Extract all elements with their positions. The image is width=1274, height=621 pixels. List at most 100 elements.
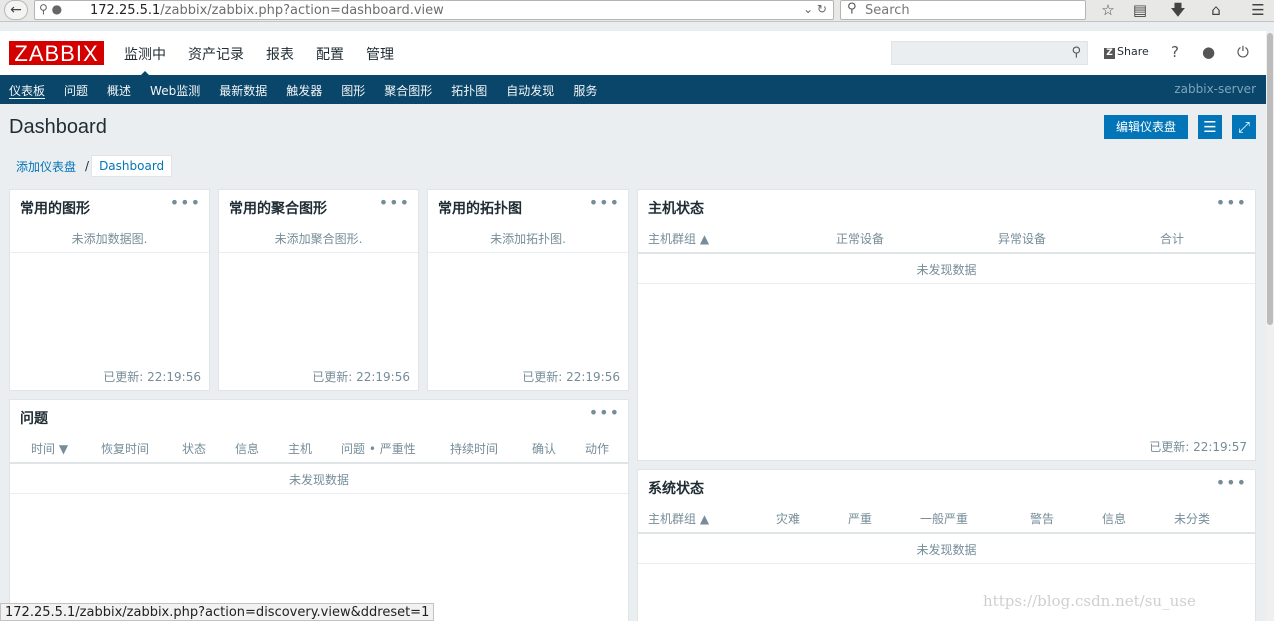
column-header-problem: 异常设备: [998, 232, 1047, 246]
site-identity-icon[interactable]: ⚲ ●: [39, 2, 62, 16]
column-header-host: 主机: [288, 442, 313, 456]
widget-title: 主机状态: [648, 201, 704, 217]
column-header-host-group[interactable]: 主机群组 ▲: [648, 230, 709, 247]
browser-search-placeholder: Search: [865, 3, 910, 18]
column-header-status: 状态: [182, 442, 207, 456]
subnav-discovery[interactable]: 自动发现: [506, 82, 554, 99]
widget-options-icon[interactable]: •••: [170, 193, 201, 212]
widget-divider: [219, 252, 418, 253]
subnav-overview[interactable]: 概述: [107, 82, 131, 99]
zabbix-logo[interactable]: ZABBIX: [9, 41, 104, 66]
page-title: Dashboard: [9, 116, 107, 138]
column-header-not-classified: 未分类: [1174, 512, 1211, 526]
home-icon[interactable]: ⌂: [1204, 0, 1228, 20]
widget-host-status: 主机状态 ••• 主机群组 ▲ 正常设备 异常设备 合计 未发现数据 已更新: …: [637, 189, 1256, 461]
column-header-problem-severity: 问题 • 严重性: [341, 442, 416, 456]
subnav-graphs[interactable]: 图形: [341, 82, 365, 99]
table-header-divider: [638, 252, 1255, 254]
column-header-duration: 持续时间: [450, 442, 499, 456]
breadcrumb-dashboard[interactable]: Dashboard: [91, 155, 173, 177]
menu-configuration[interactable]: 配置: [316, 44, 344, 64]
widget-divider: [638, 283, 1255, 284]
breadcrumb: 添加仪表盘 / Dashboard: [9, 155, 173, 178]
download-icon[interactable]: 🡇: [1166, 0, 1190, 20]
widget-title: 问题: [20, 411, 48, 427]
widget-updated: 已更新: 22:19:56: [522, 370, 620, 384]
main-menu: 监测中 资产记录 报表 配置 管理: [124, 44, 416, 78]
widget-title: 系统状态: [648, 481, 704, 497]
url-host: 172.25.5.1: [90, 3, 161, 18]
menu-icon[interactable]: ☰: [1246, 0, 1270, 20]
widget-title: 常用的聚合图形: [229, 201, 327, 217]
global-search-input[interactable]: ⚲: [891, 41, 1088, 65]
reload-icon[interactable]: ⌄ ↻: [803, 2, 827, 16]
page-scrollbar[interactable]: [1266, 31, 1274, 621]
widget-updated: 已更新: 22:19:56: [312, 370, 410, 384]
dashboard-actions-menu-icon[interactable]: ☰: [1198, 115, 1222, 139]
widget-divider: [10, 252, 209, 253]
bookmark-star-icon[interactable]: ☆: [1096, 0, 1120, 20]
column-header-information: 信息: [1102, 512, 1127, 526]
browser-search-input[interactable]: ⚲ Search: [840, 0, 1086, 20]
sign-out-icon[interactable]: ⏻: [1237, 43, 1249, 61]
no-data-message: 未发现数据: [916, 543, 977, 557]
widget-title: 常用的图形: [20, 201, 90, 217]
widget-divider: [10, 493, 628, 494]
widget-problems: 问题 ••• 时间 ▼ 恢复时间 状态 信息 主机 问题 • 严重性 持续时间 …: [9, 399, 629, 621]
breadcrumb-add-dashboard[interactable]: 添加仪表盘: [9, 155, 83, 178]
no-data-message: 未发现数据: [916, 263, 977, 277]
widget-favourite-screens: 常用的聚合图形 ••• 未添加聚合图形. 已更新: 22:19:56: [218, 189, 419, 391]
widget-divider: [638, 563, 1255, 564]
no-data-message: 未发现数据: [288, 473, 349, 487]
column-header-host-group[interactable]: 主机群组 ▲: [648, 510, 709, 527]
address-bar[interactable]: ⚲ ● 172.25.5.1/zabbix/zabbix.php?action=…: [34, 0, 834, 20]
subnav-triggers[interactable]: 触发器: [286, 82, 322, 99]
menu-monitoring[interactable]: 监测中: [124, 44, 166, 78]
edit-dashboard-button[interactable]: 编辑仪表盘: [1104, 115, 1188, 139]
menu-inventory[interactable]: 资产记录: [188, 44, 244, 64]
subnav-services[interactable]: 服务: [573, 82, 597, 99]
subnav-problems[interactable]: 问题: [64, 82, 88, 99]
subnav-maps[interactable]: 拓扑图: [451, 82, 487, 99]
subnav-dashboard[interactable]: 仪表板: [9, 82, 45, 99]
help-icon[interactable]: ?: [1171, 43, 1179, 61]
widget-empty-message: 未添加拓扑图.: [490, 232, 566, 246]
share-button[interactable]: Z Share: [1104, 45, 1149, 59]
scrollbar-thumb[interactable]: [1267, 33, 1273, 325]
sub-navigation: 仪表板 问题 概述 Web监测 最新数据 触发器 图形 聚合图形 拓扑图 自动发…: [0, 75, 1266, 104]
column-header-time[interactable]: 时间 ▼: [31, 440, 68, 457]
back-icon[interactable]: ←: [4, 0, 28, 20]
menu-administration[interactable]: 管理: [366, 44, 394, 64]
column-header-ok: 正常设备: [836, 232, 885, 246]
search-icon: ⚲: [847, 1, 857, 16]
bookmarks-icon[interactable]: ▤: [1128, 0, 1152, 20]
menu-reports[interactable]: 报表: [266, 44, 294, 64]
widget-empty-message: 未添加数据图.: [71, 232, 148, 246]
widget-options-icon[interactable]: •••: [589, 193, 620, 212]
user-profile-icon[interactable]: ●: [1202, 43, 1215, 61]
watermark: https://blog.csdn.net/su_use: [983, 592, 1196, 610]
subnav-screens[interactable]: 聚合图形: [384, 82, 432, 99]
share-icon: Z: [1104, 48, 1115, 59]
widget-options-icon[interactable]: •••: [1216, 473, 1247, 492]
subnav-web[interactable]: Web监测: [150, 82, 200, 99]
widget-favourite-graphs: 常用的图形 ••• 未添加数据图. 已更新: 22:19:56: [9, 189, 210, 391]
subnav-latest-data[interactable]: 最新数据: [219, 82, 267, 99]
widget-divider: [428, 252, 628, 253]
widget-favourite-maps: 常用的拓扑图 ••• 未添加拓扑图. 已更新: 22:19:56: [427, 189, 629, 391]
table-header-divider: [10, 462, 628, 464]
widget-options-icon[interactable]: •••: [1216, 193, 1247, 212]
column-header-actions: 动作: [585, 442, 610, 456]
column-header-disaster: 灾难: [776, 512, 801, 526]
column-header-recovery-time: 恢复时间: [101, 442, 150, 456]
widget-updated: 已更新: 22:19:56: [103, 370, 201, 384]
widget-options-icon[interactable]: •••: [589, 403, 620, 422]
browser-toolbar: ← ⚲ ● 172.25.5.1/zabbix/zabbix.php?actio…: [0, 0, 1274, 22]
status-bar-link: 172.25.5.1/zabbix/zabbix.php?action=disc…: [0, 603, 435, 621]
widget-updated: 已更新: 22:19:57: [1149, 440, 1247, 454]
search-icon[interactable]: ⚲: [1071, 45, 1081, 60]
fullscreen-icon[interactable]: ⤢: [1232, 115, 1256, 139]
widget-empty-message: 未添加聚合图形.: [274, 232, 363, 246]
column-header-ack: 确认: [532, 442, 557, 456]
widget-options-icon[interactable]: •••: [379, 193, 410, 212]
